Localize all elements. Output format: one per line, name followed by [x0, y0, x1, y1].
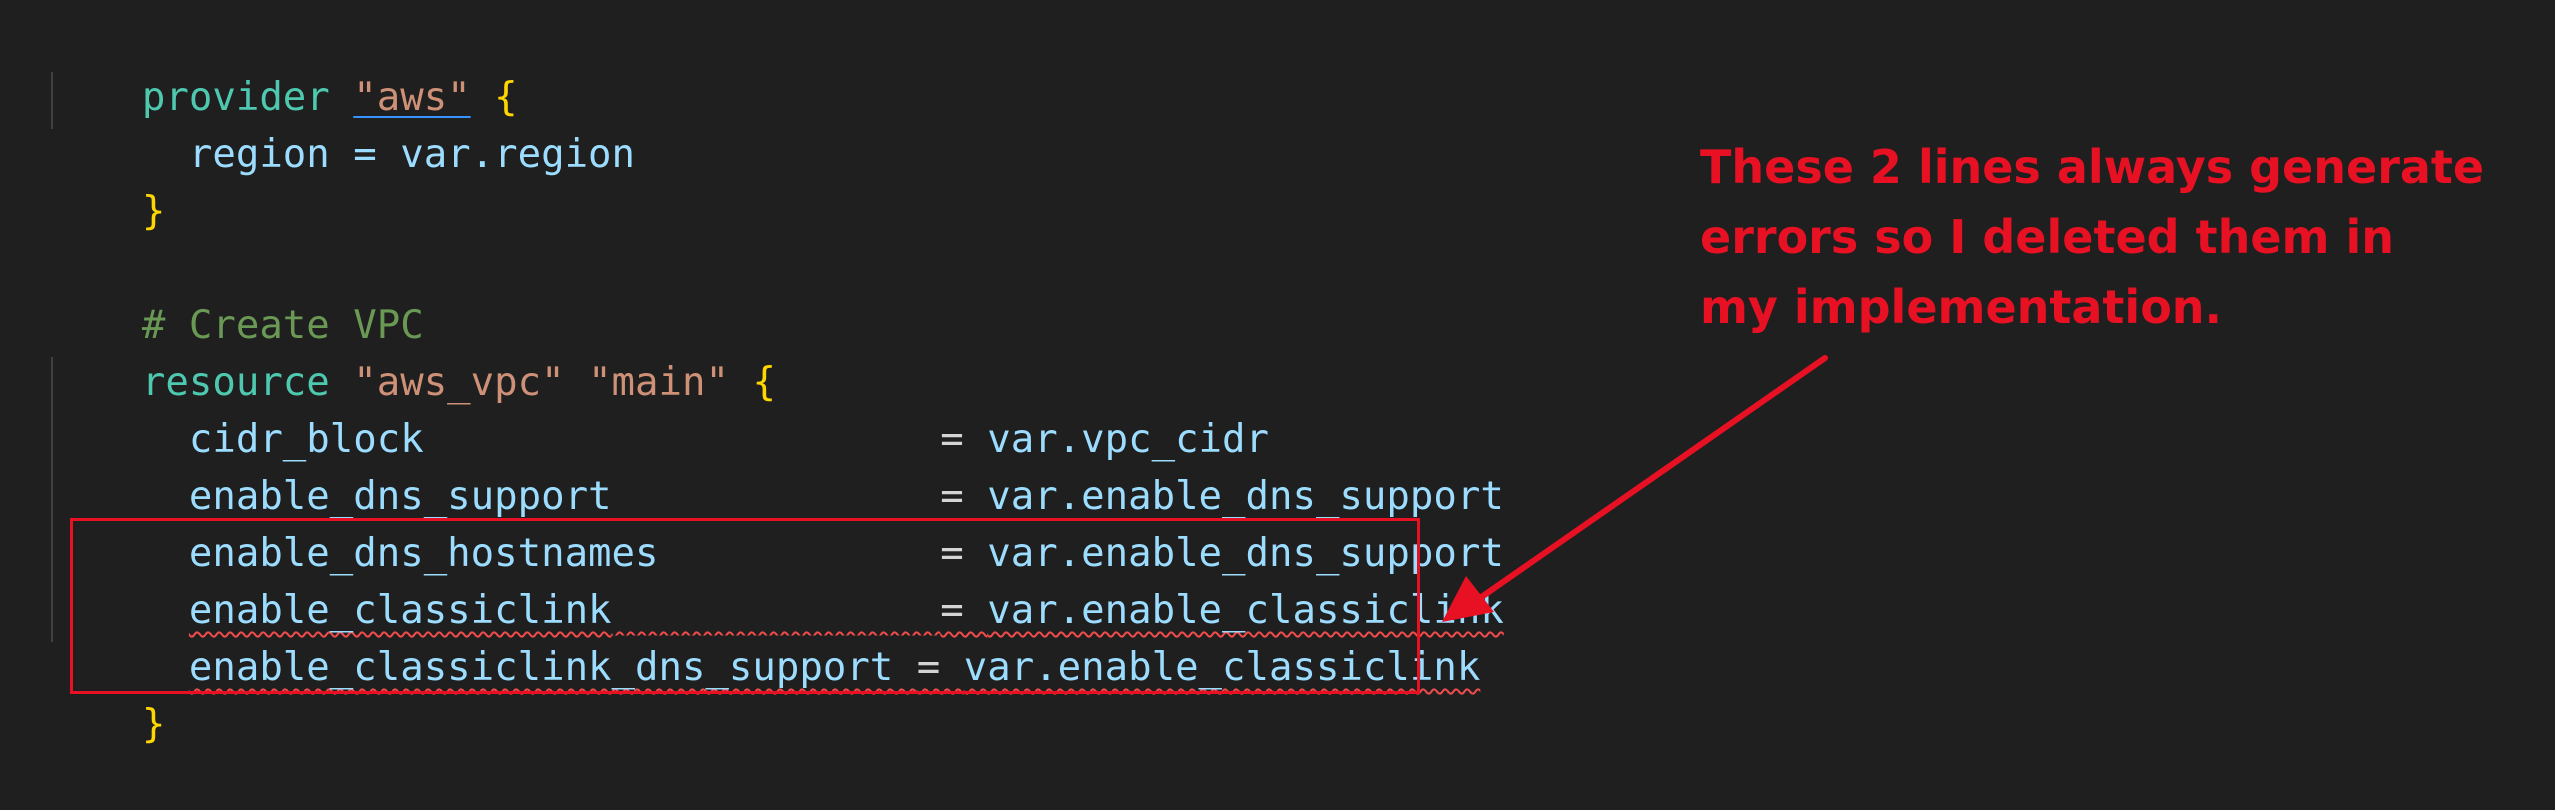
annotation-arrow-icon: [1442, 355, 1828, 622]
code-editor[interactable]: provider "aws" { region = var.region } #…: [0, 0, 2555, 794]
